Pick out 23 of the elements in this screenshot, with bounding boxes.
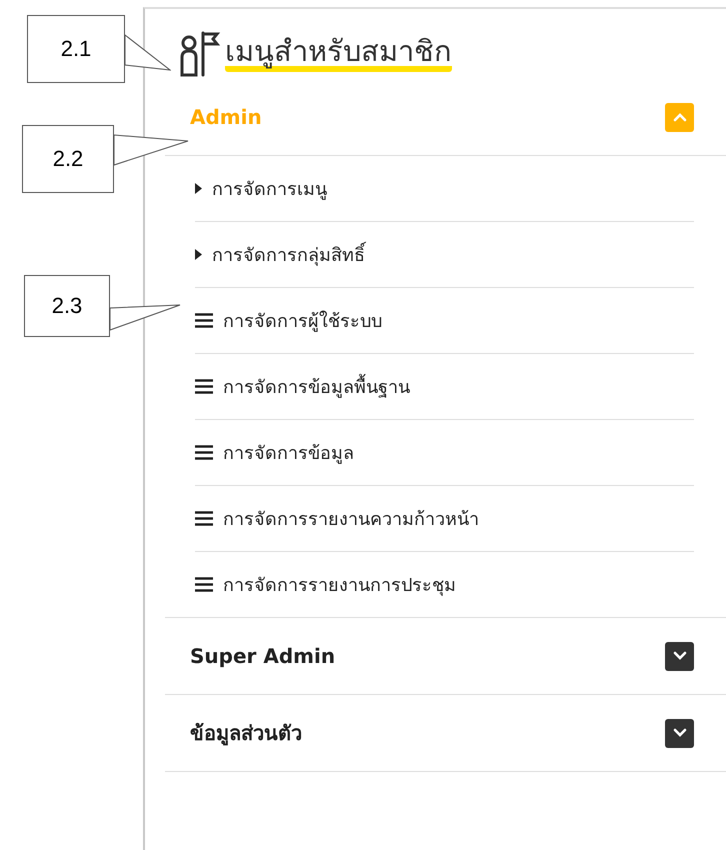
menu-icon — [195, 445, 213, 460]
menu-icon — [195, 313, 213, 328]
menu-item[interactable]: การจัดการข้อมูล — [223, 438, 354, 467]
menu-item[interactable]: การจัดการรายงานความก้าวหน้า — [223, 504, 479, 533]
section-header[interactable]: Super Admin — [165, 618, 726, 695]
menu-item[interactable]: การจัดการรายงานการประชุม — [223, 570, 456, 599]
caret-right-icon — [195, 249, 202, 260]
callout-pointer — [124, 34, 171, 71]
menu-item[interactable]: การจัดการผู้ใช้ระบบ — [223, 306, 382, 335]
callout-label: 2.3 — [24, 275, 110, 337]
menu-title: เมนูสำหรับสมาชิก — [225, 36, 452, 72]
menu-item[interactable]: การจัดการเมนู — [212, 174, 327, 203]
chevron-down-icon[interactable] — [665, 718, 694, 748]
menu-item[interactable]: การจัดการข้อมูลพื้นฐาน — [223, 372, 410, 401]
caret-right-icon — [195, 183, 202, 194]
callout-pointer — [109, 304, 181, 331]
menu-icon — [195, 379, 213, 394]
callout-label: 2.2 — [22, 125, 114, 193]
menu-icon — [195, 577, 213, 592]
menu-item[interactable]: การจัดการกลุ่มสิทธิ์ — [212, 240, 365, 269]
chevron-down-icon[interactable] — [665, 642, 694, 670]
menu-icon — [195, 511, 213, 526]
section-header[interactable]: ข้อมูลส่วนตัว — [165, 695, 726, 772]
